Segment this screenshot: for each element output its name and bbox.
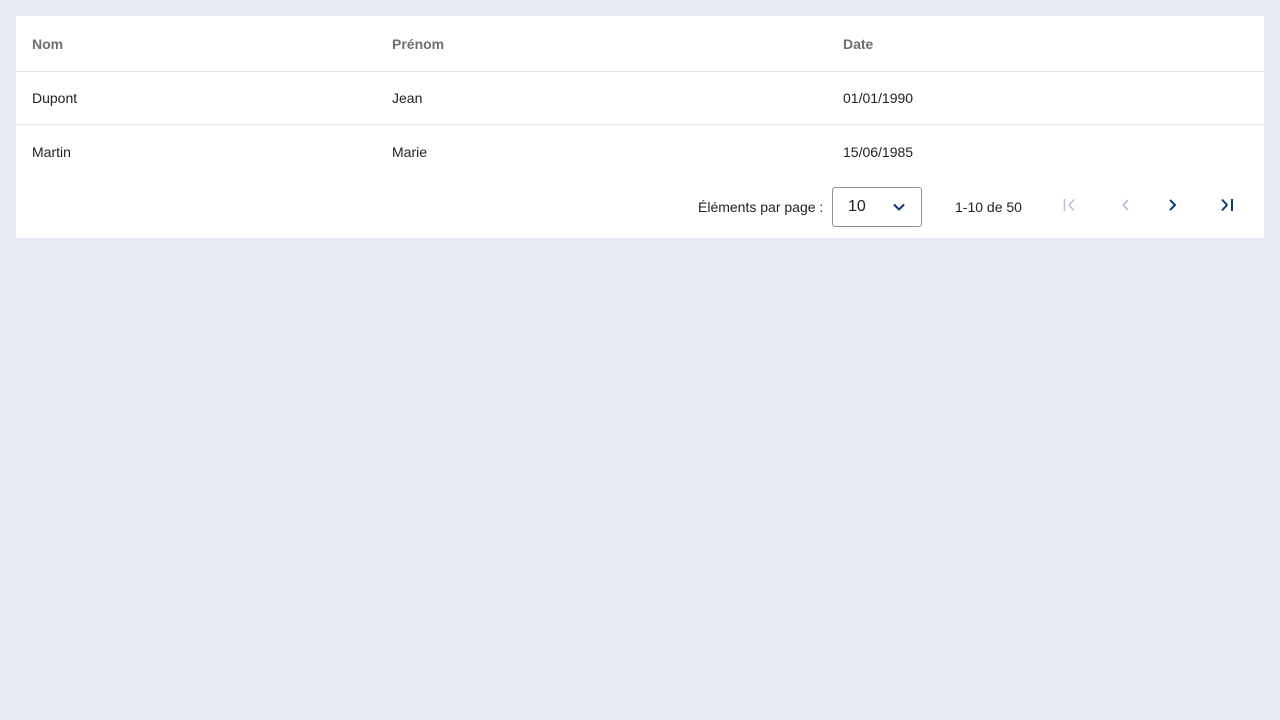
paginator: Éléments par page : 10 1-10 de 50 (16, 187, 1264, 227)
cell-date: 01/01/1990 (843, 90, 914, 106)
table-header-row: Nom Prénom Date (16, 16, 1264, 72)
cell-date: 15/06/1985 (843, 143, 914, 160)
column-header-prenom[interactable]: Prénom (392, 16, 444, 71)
table-row[interactable]: Dupont Jean 01/01/1990 (16, 72, 1264, 125)
data-table-card: Nom Prénom Date Dupont Jean 01/01/1990 M… (16, 16, 1264, 238)
next-page-button[interactable] (1152, 187, 1192, 227)
items-per-page-label: Éléments par page : (698, 199, 824, 215)
cell-prenom: Jean (392, 90, 423, 106)
cell-nom: Dupont (32, 90, 78, 106)
chevron-right-icon (1163, 196, 1181, 219)
page-size-value: 10 (848, 198, 866, 215)
table-row[interactable]: Martin Marie 15/06/1985 (16, 125, 1264, 178)
first-page-icon (1061, 196, 1079, 219)
first-page-button[interactable] (1050, 187, 1090, 227)
last-page-icon (1218, 196, 1236, 219)
chevron-down-icon (891, 199, 907, 215)
last-page-button[interactable] (1207, 187, 1247, 227)
cell-prenom: Marie (392, 143, 428, 160)
column-header-nom[interactable]: Nom (32, 16, 63, 71)
chevron-left-icon (1117, 196, 1135, 219)
previous-page-button[interactable] (1106, 187, 1146, 227)
cell-nom: Martin (32, 143, 71, 160)
page-size-select[interactable]: 10 (832, 187, 922, 227)
range-label: 1-10 de 50 (955, 199, 1022, 215)
column-header-date[interactable]: Date (843, 16, 873, 71)
